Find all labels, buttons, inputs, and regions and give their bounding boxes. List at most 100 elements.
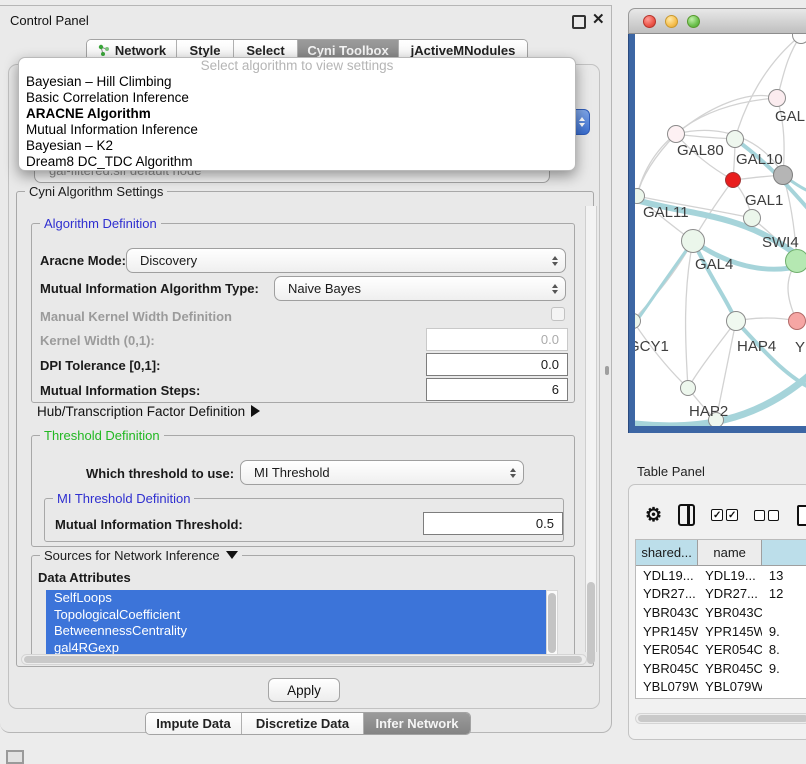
graph-node[interactable]: [726, 130, 744, 148]
table-row[interactable]: YPR145W YPR145W 9.: [636, 622, 806, 641]
hub-definition-toggle[interactable]: Hub/Transcription Factor Definition: [37, 404, 260, 419]
attributes-scrollbar[interactable]: [546, 590, 558, 656]
close-window-icon[interactable]: [643, 15, 656, 28]
which-threshold-label: Which threshold to use:: [86, 466, 234, 481]
select-all-icon[interactable]: ✓ ✓: [711, 509, 738, 521]
node-label: GAL10: [736, 151, 783, 168]
graph-node[interactable]: [773, 165, 793, 185]
node-label: GAL80: [677, 142, 724, 159]
attribute-item[interactable]: TopologicalCoefficient: [46, 607, 546, 624]
table-row[interactable]: YDR27... YDR27... 12: [636, 585, 806, 604]
stepper-icon: [552, 277, 558, 300]
dropdown-item[interactable]: Bayesian – K2: [19, 138, 575, 154]
threshold-definition-title: Threshold Definition: [40, 428, 164, 443]
graph-node[interactable]: [681, 229, 705, 253]
zoom-window-icon[interactable]: [687, 15, 700, 28]
which-threshold-select[interactable]: MI Threshold: [240, 460, 524, 485]
tab-discretize-data[interactable]: Discretize Data: [242, 713, 364, 734]
settings-horizontal-scrollbar[interactable]: [21, 654, 587, 665]
mi-threshold-input[interactable]: 0.5: [423, 512, 563, 535]
dropdown-item[interactable]: Basic Correlation Inference: [19, 90, 575, 106]
close-panel-icon[interactable]: ✕: [592, 10, 605, 28]
table-row[interactable]: YLR345W YLR345W 9.: [636, 696, 806, 699]
table-row[interactable]: YDL19... YDL19... 13: [636, 566, 806, 585]
manual-kernel-checkbox[interactable]: [551, 307, 565, 321]
graph-node-selected[interactable]: [725, 172, 741, 188]
tab-impute-data[interactable]: Impute Data: [146, 713, 242, 734]
mi-steps-label: Mutual Information Steps:: [40, 383, 200, 398]
node-label: Y: [795, 339, 805, 356]
dpi-tolerance-input[interactable]: 0.0: [426, 353, 568, 376]
settings-group-title: Cyni Algorithm Settings: [25, 184, 167, 199]
graph-node[interactable]: [743, 209, 761, 227]
node-table: shared... name YDL19... YDL19... 13 YDR2…: [635, 539, 806, 699]
panel-splitter-handle[interactable]: [605, 366, 609, 375]
dropdown-item[interactable]: Mutual Information Inference: [19, 122, 575, 138]
algorithm-combobox-stepper-icon[interactable]: [574, 109, 590, 135]
kernel-width-label: Kernel Width (0,1):: [40, 333, 155, 348]
node-label: SWI4: [762, 234, 799, 251]
dpi-tolerance-label: DPI Tolerance [0,1]:: [40, 358, 160, 373]
aracne-mode-select[interactable]: Discovery: [126, 248, 566, 273]
mi-type-label: Mutual Information Algorithm Type:: [40, 281, 259, 296]
mi-type-select[interactable]: Naive Bayes: [274, 276, 566, 301]
dropdown-placeholder: Select algorithm to view settings: [19, 58, 575, 74]
sources-group: Sources for Network Inference Data Attri…: [31, 555, 575, 661]
table-panel: ⚙ ✓ ✓ shared... name YDL19... YDL19... 1…: [628, 484, 806, 740]
table-row[interactable]: YBR045C YBR045C 9.: [636, 659, 806, 678]
deselect-all-icon[interactable]: [754, 510, 779, 521]
graph-node[interactable]: [768, 89, 786, 107]
stepper-icon: [552, 249, 558, 272]
columns-icon[interactable]: [678, 504, 695, 526]
node-label: HAP2: [689, 403, 728, 420]
gear-icon[interactable]: ⚙: [645, 506, 662, 525]
dropdown-item[interactable]: Bayesian – Hill Climbing: [19, 74, 575, 90]
float-panel-icon[interactable]: [572, 15, 586, 29]
table-horizontal-scrollbar[interactable]: [635, 713, 806, 724]
cyni-algorithm-settings-group: Cyni Algorithm Settings Algorithm Defini…: [16, 191, 594, 667]
collapse-down-icon: [226, 551, 238, 559]
control-panel-title: Control Panel: [10, 13, 89, 28]
tab-infer-network[interactable]: Infer Network: [364, 713, 470, 734]
graph-node[interactable]: [667, 125, 685, 143]
column-header[interactable]: [762, 540, 806, 565]
graph-node[interactable]: [726, 311, 746, 331]
column-header[interactable]: name: [698, 540, 762, 565]
node-label: GAL1: [745, 192, 783, 209]
manual-kernel-label: Manual Kernel Width Definition: [40, 309, 232, 324]
mi-threshold-label: Mutual Information Threshold:: [55, 517, 243, 532]
mi-steps-input[interactable]: 6: [426, 378, 568, 401]
mi-threshold-group-title: MI Threshold Definition: [53, 491, 194, 506]
threshold-definition-group: Threshold Definition Which threshold to …: [31, 435, 575, 547]
table-row[interactable]: YBL079W YBL079W: [636, 678, 806, 697]
network-canvas[interactable]: GAL80 GAL10 GAL1 GAL11 SWI4 GAL4 GCY1 HA…: [635, 34, 806, 426]
graph-node[interactable]: [788, 312, 806, 330]
data-attributes-list: SelfLoops TopologicalCoefficient Between…: [46, 590, 558, 656]
data-attributes-label: Data Attributes: [38, 570, 131, 585]
attribute-item[interactable]: SelfLoops: [46, 590, 546, 607]
export-table-icon[interactable]: [797, 505, 806, 526]
app-root: { "control_panel": { "title": "Control P…: [0, 0, 806, 762]
column-header[interactable]: shared...: [636, 540, 698, 565]
sources-group-title[interactable]: Sources for Network Inference: [40, 548, 242, 563]
algorithm-dropdown-list: Select algorithm to view settings Bayesi…: [18, 57, 576, 171]
graph-node[interactable]: [680, 380, 696, 396]
aracne-mode-label: Aracne Mode:: [40, 253, 126, 268]
settings-vertical-scrollbar[interactable]: [585, 206, 597, 652]
bottom-tabbar: Impute Data Discretize Data Infer Networ…: [145, 712, 471, 735]
algorithm-definition-title: Algorithm Definition: [40, 216, 161, 231]
node-label: GCY1: [635, 338, 669, 355]
attribute-item[interactable]: BetweennessCentrality: [46, 623, 546, 640]
apply-button[interactable]: Apply: [268, 678, 340, 702]
dropdown-item-selected[interactable]: ARACNE Algorithm: [19, 106, 575, 122]
graph-node[interactable]: [785, 249, 806, 273]
network-window-titlebar[interactable]: [628, 8, 806, 34]
minimize-window-icon[interactable]: [665, 15, 678, 28]
table-panel-title: Table Panel: [637, 464, 705, 479]
data-attributes-items: SelfLoops TopologicalCoefficient Between…: [46, 590, 546, 656]
table-row[interactable]: YBR043C YBR043C: [636, 603, 806, 622]
table-row[interactable]: YER054C YER054C 8.: [636, 640, 806, 659]
collapse-right-icon: [251, 405, 260, 417]
kernel-width-input[interactable]: 0.0: [426, 328, 568, 351]
dropdown-item[interactable]: Dream8 DC_TDC Algorithm: [19, 154, 575, 170]
